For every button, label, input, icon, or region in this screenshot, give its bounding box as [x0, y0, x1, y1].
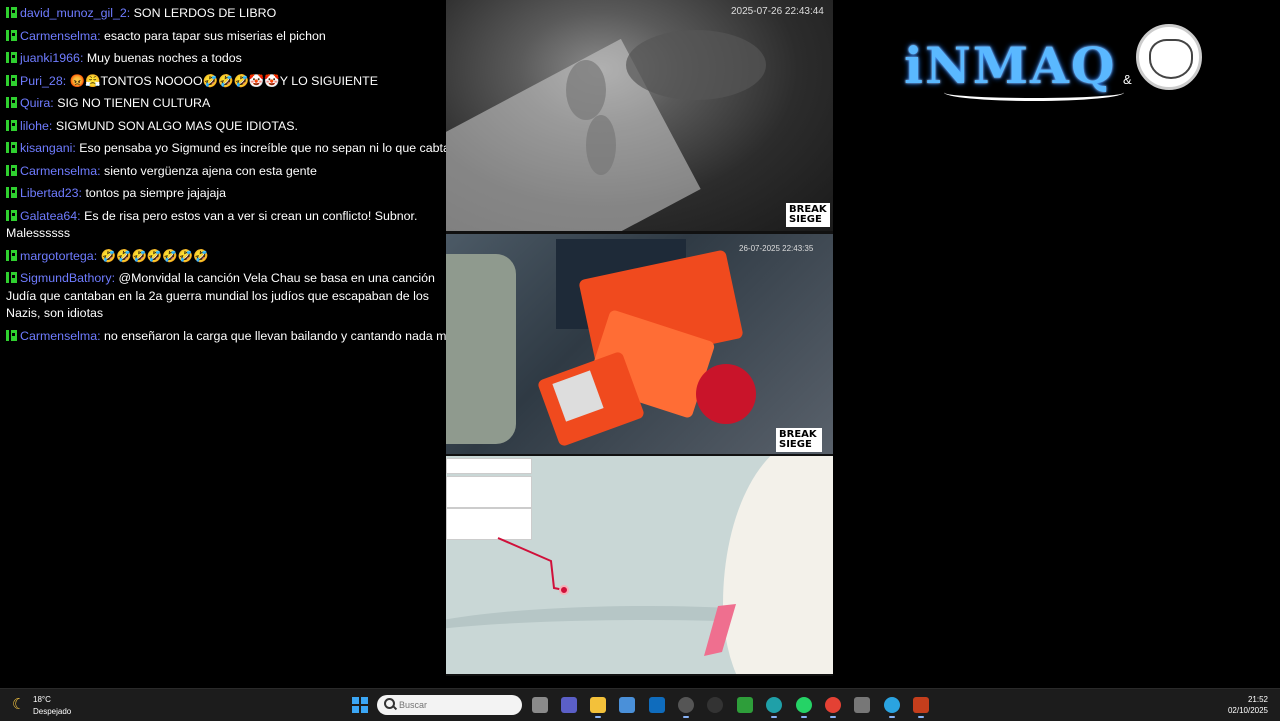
chat-username: Libertad23: [20, 186, 83, 200]
chat-message: Carmenselma: siento vergüenza ajena con … [0, 158, 446, 181]
chat-text: SON LERDOS DE LIBRO [133, 6, 277, 20]
kick-badge-icon [6, 97, 17, 108]
kick-badge-icon [6, 164, 17, 176]
kick-badge-icon [6, 329, 17, 341]
chat-username: david_munoz_gil_2: [20, 6, 131, 20]
obs-icon[interactable] [707, 697, 723, 713]
chat-message: Quira: SIG NO TIENEN CULTURA [0, 90, 446, 113]
kick-badge-icon [6, 29, 17, 41]
kick-badge-icon [6, 209, 17, 221]
kick-badge-icon [6, 272, 17, 283]
chat-text: esacto para tapar sus miserias el pichon [104, 28, 326, 43]
kick-badge-icon [6, 249, 17, 261]
chat-text: Muy buenas noches a todos [86, 51, 242, 65]
chat-username: margotortega: [20, 248, 98, 263]
chat-text: SIG NO TIENEN CULTURA [57, 96, 211, 110]
chat-message: margotortega: 🤣🤣🤣🤣🤣🤣🤣 [0, 243, 446, 266]
route-line [497, 537, 736, 656]
kick-badge-icon [6, 119, 17, 131]
powerpoint-icon[interactable] [913, 697, 929, 718]
chat-text: tontos pa siempre jajajaja [85, 186, 226, 200]
inmaq-logo: iNMAQ & [904, 24, 1204, 104]
chat-username: SigmundBathory: [20, 271, 116, 285]
person-figure [566, 60, 606, 120]
task-view-icon[interactable] [532, 697, 548, 713]
chat-message: juanki1966: Muy buenas noches a todos [0, 45, 446, 68]
chat-text: no enseñaron la carga que llevan bailand… [104, 328, 446, 343]
kick-badge-icon [6, 52, 17, 63]
chat-username: Carmenselma: [20, 328, 101, 343]
brand-swoosh [944, 84, 1124, 101]
chat-username: Carmenselma: [20, 163, 101, 178]
whatsapp-icon[interactable] [796, 697, 812, 718]
chat-message: SigmundBathory: @Monvidal la canción Vel… [0, 265, 446, 323]
brand-seal-icon [1136, 24, 1202, 90]
store-icon[interactable] [619, 697, 635, 713]
map-frame [446, 456, 833, 674]
chat-text: Eso pensaba yo Sigmund es increíble que … [79, 141, 446, 155]
break-siege-logo: BREAK SIEGE [776, 428, 822, 452]
chat-message: Carmenselma: esacto para tapar sus miser… [0, 23, 446, 46]
chat-text: 😡😤TONTOS NOOOO🤣🤣🤣🤡🤡Y LO SIGUIENTE [69, 73, 378, 88]
chat-overlay: david_munoz_gil_2: SON LERDOS DE LIBRO C… [0, 0, 446, 360]
clock-date: 02/10/2025 [1227, 706, 1268, 715]
chat-username: Galatea64: [20, 208, 81, 223]
cctv-cargo-frame: 26-07-2025 22:43:35 BREAK SIEGE [446, 234, 833, 454]
chat-username: lilohe: [20, 118, 53, 133]
chat-username: Puri_28: [20, 73, 67, 88]
weather-desc: Despejado [33, 707, 72, 716]
taskbar-clock[interactable]: 21:52 02/10/2025 [1228, 694, 1268, 716]
moon-icon: ☾ [12, 696, 26, 713]
chrome-canary-icon[interactable] [678, 697, 694, 718]
telegram-icon[interactable] [884, 697, 900, 718]
edge-icon[interactable] [766, 697, 782, 718]
search-icon [384, 698, 395, 709]
teams-icon[interactable] [561, 697, 577, 713]
tarp-shape [446, 254, 516, 444]
chat-username: juanki1966: [20, 51, 84, 65]
file-explorer-icon[interactable] [590, 697, 606, 718]
outlook-icon[interactable] [649, 697, 665, 713]
cctv-deck-frame: 2025-07-26 22:43:44 BREAK SIEGE [446, 0, 833, 231]
video-player[interactable]: 2025-07-26 22:43:44 BREAK SIEGE 26-07-20… [446, 0, 833, 676]
kick-badge-icon [6, 74, 17, 86]
chat-message: lilohe: SIGMUND SON ALGO MAS QUE IDIOTAS… [0, 113, 446, 136]
chat-message: david_munoz_gil_2: SON LERDOS DE LIBRO [0, 0, 446, 23]
clock-time: 21:52 [1247, 695, 1268, 704]
break-siege-logo: BREAK SIEGE [786, 203, 830, 227]
search-input[interactable] [399, 695, 517, 715]
weather-temp: 18°C [33, 695, 51, 704]
kick-badge-icon [6, 187, 17, 198]
brand-amp: & [1123, 72, 1132, 87]
start-button[interactable] [352, 697, 368, 713]
red-bag [696, 364, 756, 424]
kick-badge-icon [6, 7, 17, 18]
chat-text: 🤣🤣🤣🤣🤣🤣🤣 [100, 248, 209, 263]
chat-username: Quira: [20, 96, 54, 110]
chrome-icon[interactable] [825, 697, 841, 718]
chat-message: Galatea64: Es de risa pero estos van a v… [0, 203, 446, 243]
chat-username: kisangani: [20, 141, 76, 155]
chat-username: Carmenselma: [20, 28, 101, 43]
chat-message: Libertad23: tontos pa siempre jajajaja [0, 180, 446, 203]
frame-timestamp: 2025-07-26 22:43:44 [731, 6, 824, 17]
person-figure [586, 115, 616, 175]
chat-message: Carmenselma: no enseñaron la carga que l… [0, 323, 446, 346]
wave-shape [626, 30, 766, 100]
camtasia-icon[interactable] [737, 697, 753, 713]
taskbar-search[interactable] [377, 695, 522, 715]
vpn-icon[interactable] [854, 697, 870, 713]
chat-message: Puri_28: 😡😤TONTOS NOOOO🤣🤣🤣🤡🤡Y LO SIGUIEN… [0, 68, 446, 91]
chat-text: SIGMUND SON ALGO MAS QUE IDIOTAS. [55, 118, 298, 133]
chat-message: kisangani: Eso pensaba yo Sigmund es inc… [0, 135, 446, 158]
kick-badge-icon [6, 142, 17, 153]
taskbar: ☾ 18°C Despejado 21:52 02/10/2025 [0, 688, 1280, 721]
chat-text: siento vergüenza ajena con esta gente [104, 163, 317, 178]
frame-timestamp: 26-07-2025 22:43:35 [739, 244, 814, 253]
